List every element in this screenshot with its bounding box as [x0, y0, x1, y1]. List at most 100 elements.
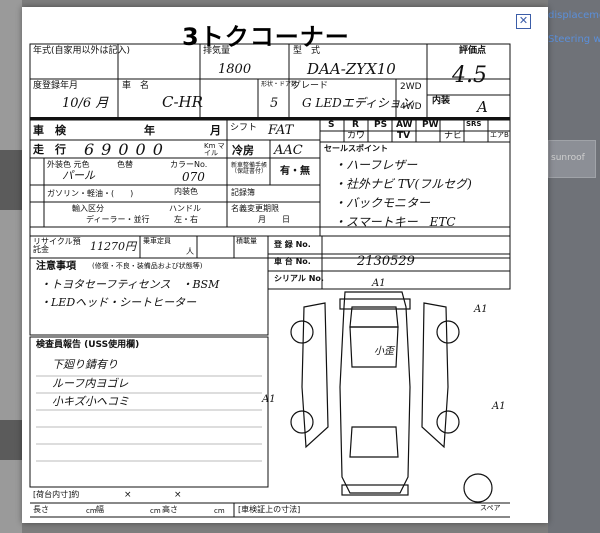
cargo-times: ×: [124, 490, 132, 500]
serial-label: シリアル No.: [274, 274, 324, 283]
selling-point-item: ・ハーフレザー: [334, 158, 418, 172]
record-label: 記録簿: [231, 188, 255, 197]
chassis-value: 2130529: [357, 254, 415, 269]
inspector-line: ルーフ内ヨゴレ: [52, 377, 129, 390]
feature-srs: SRS: [466, 120, 482, 128]
cert-label: [車検証上の寸法]: [238, 505, 301, 514]
cargo-times: ×: [174, 490, 182, 500]
registration-value: 10/6 月: [62, 96, 109, 111]
damage-mark: A1: [372, 278, 386, 289]
recycle-value: 11270円: [90, 240, 136, 253]
damage-mark: A1: [262, 394, 276, 405]
title-change-label: 名義変更期限: [231, 204, 279, 213]
spare-label: スペア: [480, 504, 501, 512]
capacity-label: 乗車定員: [143, 237, 171, 245]
year-label: 年式(自家用以外は記入): [33, 46, 131, 56]
notes-label-note: (修復・不良・装備品および状態等): [92, 262, 203, 270]
damage-mark: 小歪: [374, 346, 394, 357]
notes-label: 注意事項: [36, 261, 76, 272]
chassis-label: 車 台 No.: [274, 257, 311, 266]
damage-mark: A1: [474, 304, 488, 315]
recycle-label: リサイクル預託金: [33, 237, 81, 254]
feature-navi: ナビ: [444, 131, 463, 141]
color-no-label: カラーNo.: [170, 160, 208, 169]
feature-ps: PS: [374, 120, 388, 130]
displacement-label: 排気量: [203, 46, 231, 56]
background-thumbnail[interactable]: [0, 150, 22, 210]
height-label: 高さ: [162, 505, 178, 514]
name-value: C-HR: [162, 93, 203, 111]
selling-point-item: ・社外ナビ TV(フルセグ): [334, 177, 472, 191]
background-option-box[interactable]: sunroof: [548, 140, 596, 178]
feature-tv: TV: [397, 131, 411, 141]
feature-pw: PW: [422, 120, 439, 130]
inspection-year-unit: 年: [144, 124, 155, 137]
inspection-month-unit: 月: [210, 124, 221, 137]
score-value: 4.5: [452, 63, 487, 88]
reg-no-label: 登 録 No.: [274, 240, 311, 249]
ac-value: AAC: [274, 143, 303, 158]
shift-value: FAT: [268, 123, 294, 138]
selling-point-item: ・バックモニター: [334, 196, 431, 210]
feature-airbag: エアB: [490, 131, 509, 139]
title-change-value: 月 日: [258, 215, 290, 224]
cm-unit: cm: [150, 507, 161, 515]
width-label: 幅: [96, 505, 104, 514]
name-label: 車 名: [122, 81, 150, 91]
manual-value: 有・無: [280, 166, 310, 177]
cm-unit: cm: [214, 507, 225, 515]
feature-leather: カワ: [347, 131, 366, 141]
manual-label: 新車整備手帳（保証書付）: [231, 162, 268, 175]
selling-points-label: セールスポイント: [324, 144, 388, 153]
mileage-value: 69000: [84, 140, 170, 159]
inspector-label: 検査員報告 (USS使用欄): [36, 340, 140, 350]
model-value: DAA-ZYX10: [307, 60, 396, 78]
inspector-line: 下廻り錆有り: [52, 358, 118, 371]
color-label: 色替: [117, 160, 133, 169]
shift-label: シフト: [230, 123, 258, 133]
inspection-label: 車 検: [33, 124, 66, 137]
interior-label: 内装: [432, 96, 451, 106]
handle-value: 左・右: [174, 215, 198, 224]
drive-4wd: 4WD: [400, 102, 422, 112]
background-right-strip: [548, 0, 600, 533]
damage-mark: A1: [492, 401, 506, 412]
feature-s: S: [328, 120, 335, 130]
interior-color-label: 内装色: [174, 187, 198, 196]
grade-value: G LEDエディション: [302, 96, 413, 110]
ac-label: 冷房: [232, 144, 254, 157]
doors-value: 5: [270, 96, 279, 111]
body-color-value: パール: [62, 169, 95, 182]
feature-r: R: [352, 120, 359, 130]
feature-aw: AW: [396, 120, 413, 130]
mileage-label: 走 行: [33, 143, 66, 156]
drive-2wd: 2WD: [400, 82, 422, 92]
background-box-label: sunroof: [551, 153, 585, 163]
capacity-unit: 人: [186, 247, 194, 256]
note-line: ・トヨタセーフティセンス ・BSM: [40, 278, 220, 291]
score-label: 評価点: [459, 46, 487, 56]
close-icon[interactable]: ✕: [516, 14, 531, 29]
mileage-unit: Km マイル: [204, 142, 225, 157]
car-diagram: [290, 291, 493, 503]
background-link-steering[interactable]: Steering whee: [548, 34, 600, 45]
auction-sheet: 3トクコーナー 年式(自家用以外は記入) 排気量 1800 型 式 DAA-ZY…: [22, 7, 548, 523]
image-modal: 3トクコーナー 年式(自家用以外は記入) 排気量 1800 型 式 DAA-ZY…: [22, 7, 548, 523]
interior-value: A: [477, 98, 488, 116]
background-thumbnail[interactable]: [0, 420, 22, 460]
import-type-label: 輸入区分: [72, 204, 104, 213]
import-type-value: ディーラー・並行: [86, 215, 150, 224]
cargo-label: [荷台内寸]約: [33, 490, 80, 499]
background-link-displacement[interactable]: displacement: [548, 10, 600, 21]
selling-point-item: ・スマートキー ETC: [334, 215, 456, 229]
length-label: 長さ: [33, 505, 49, 514]
color-no-value: 070: [182, 170, 205, 184]
load-label: 積載量: [236, 237, 257, 245]
note-line: ・LEDヘッド・シートヒーター: [40, 296, 197, 309]
body-color-label: 外装色 元色: [47, 160, 90, 169]
registration-label: 度登録年月: [33, 81, 79, 91]
grade-label: グレード: [292, 81, 329, 91]
fuel-options: ガソリン・軽油・( ): [47, 189, 134, 198]
displacement-value: 1800: [218, 62, 252, 77]
inspector-line: 小キズ小ヘコミ: [52, 395, 129, 408]
